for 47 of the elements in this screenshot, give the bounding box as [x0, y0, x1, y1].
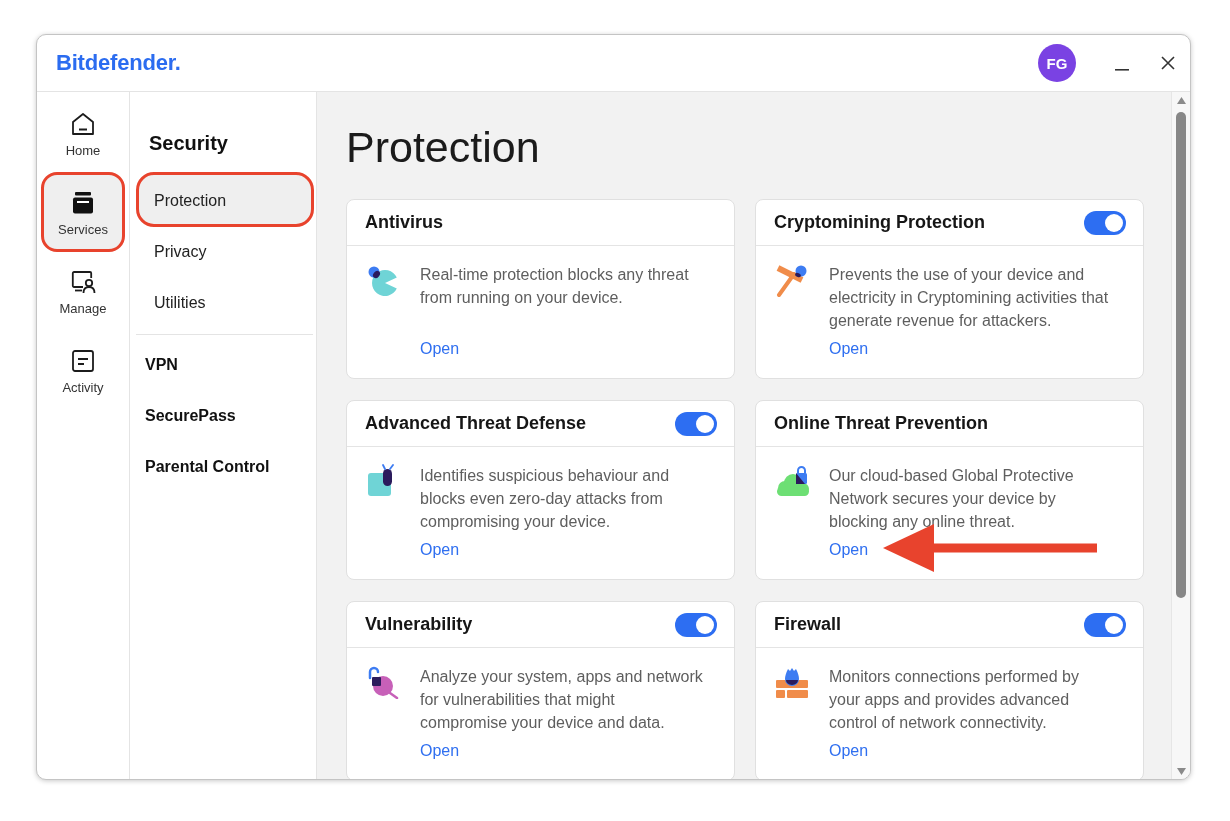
open-link[interactable]: Open [420, 538, 460, 561]
open-link[interactable]: Open [420, 337, 460, 360]
open-link[interactable]: Open [829, 538, 869, 561]
nav-rail-item[interactable]: Manage [43, 253, 123, 329]
card-title: Antivirus [365, 212, 443, 233]
card-description: Our cloud-based Global Protective Network secures your device by blocking any online threat. [829, 466, 1075, 532]
nav-rail-item[interactable]: Activity [43, 332, 123, 408]
card-title: Cryptomining Protection [774, 212, 985, 233]
close-icon [1161, 56, 1175, 70]
open-link[interactable]: Open [420, 739, 460, 762]
section-nav-item[interactable]: Protection [139, 175, 311, 226]
toggle-switch[interactable] [1084, 612, 1126, 637]
card-description: Analyze your system, apps and network for vulnerabilities that might compromise your device and data. [420, 667, 704, 733]
scrollbar-track[interactable] [1171, 92, 1190, 779]
section-nav-item[interactable]: Privacy [139, 226, 311, 277]
card-title: Online Threat Prevention [774, 413, 989, 434]
card-description: Prevents the use of your device and electricity in Cryptomining activities that generate revenue for attackers. [829, 265, 1110, 331]
section-nav-item[interactable]: Parental Control [139, 441, 311, 492]
toggle-switch[interactable] [675, 612, 717, 637]
cloud-lock-icon [774, 464, 810, 498]
profile-avatar[interactable]: FG [1038, 44, 1076, 82]
minimize-icon [1115, 69, 1129, 71]
section-heading: Security [148, 131, 229, 155]
document-icon [70, 348, 96, 374]
section-nav-item[interactable]: SecurePass [139, 390, 311, 441]
open-link[interactable]: Open [829, 739, 869, 762]
card-description: Identifies suspicious behaviour and blocks even zero-day attacks from compromising your device. [420, 466, 671, 532]
scroll-down-icon[interactable] [1176, 768, 1186, 775]
card-title: Advanced Threat Defense [365, 413, 587, 434]
section-nav-item[interactable]: VPN [139, 339, 311, 390]
monitor-user-icon [70, 269, 96, 295]
card-title: Firewall [774, 614, 842, 635]
scrollbar-thumb[interactable] [1176, 112, 1186, 598]
section-nav-item[interactable]: Utilities [139, 277, 311, 328]
app-logo: Bitdefender. [56, 50, 181, 76]
scroll-up-icon[interactable] [1176, 97, 1186, 104]
card-title: Vulnerability [365, 614, 473, 635]
card-description: Real-time protection blocks any threat from running on your device. [420, 265, 690, 308]
card-description: Monitors connections performed by your apps and provides advanced control of network connectivity. [829, 667, 1080, 733]
page-title: Protection [346, 122, 541, 172]
nav-rail-item[interactable]: Services [43, 174, 123, 250]
archive-box-icon [70, 190, 96, 216]
toggle-switch[interactable] [1084, 210, 1126, 235]
nav-rail-item[interactable]: Home [43, 95, 123, 171]
toggle-switch[interactable] [675, 411, 717, 436]
home-icon [70, 111, 96, 137]
open-link[interactable]: Open [829, 337, 869, 360]
